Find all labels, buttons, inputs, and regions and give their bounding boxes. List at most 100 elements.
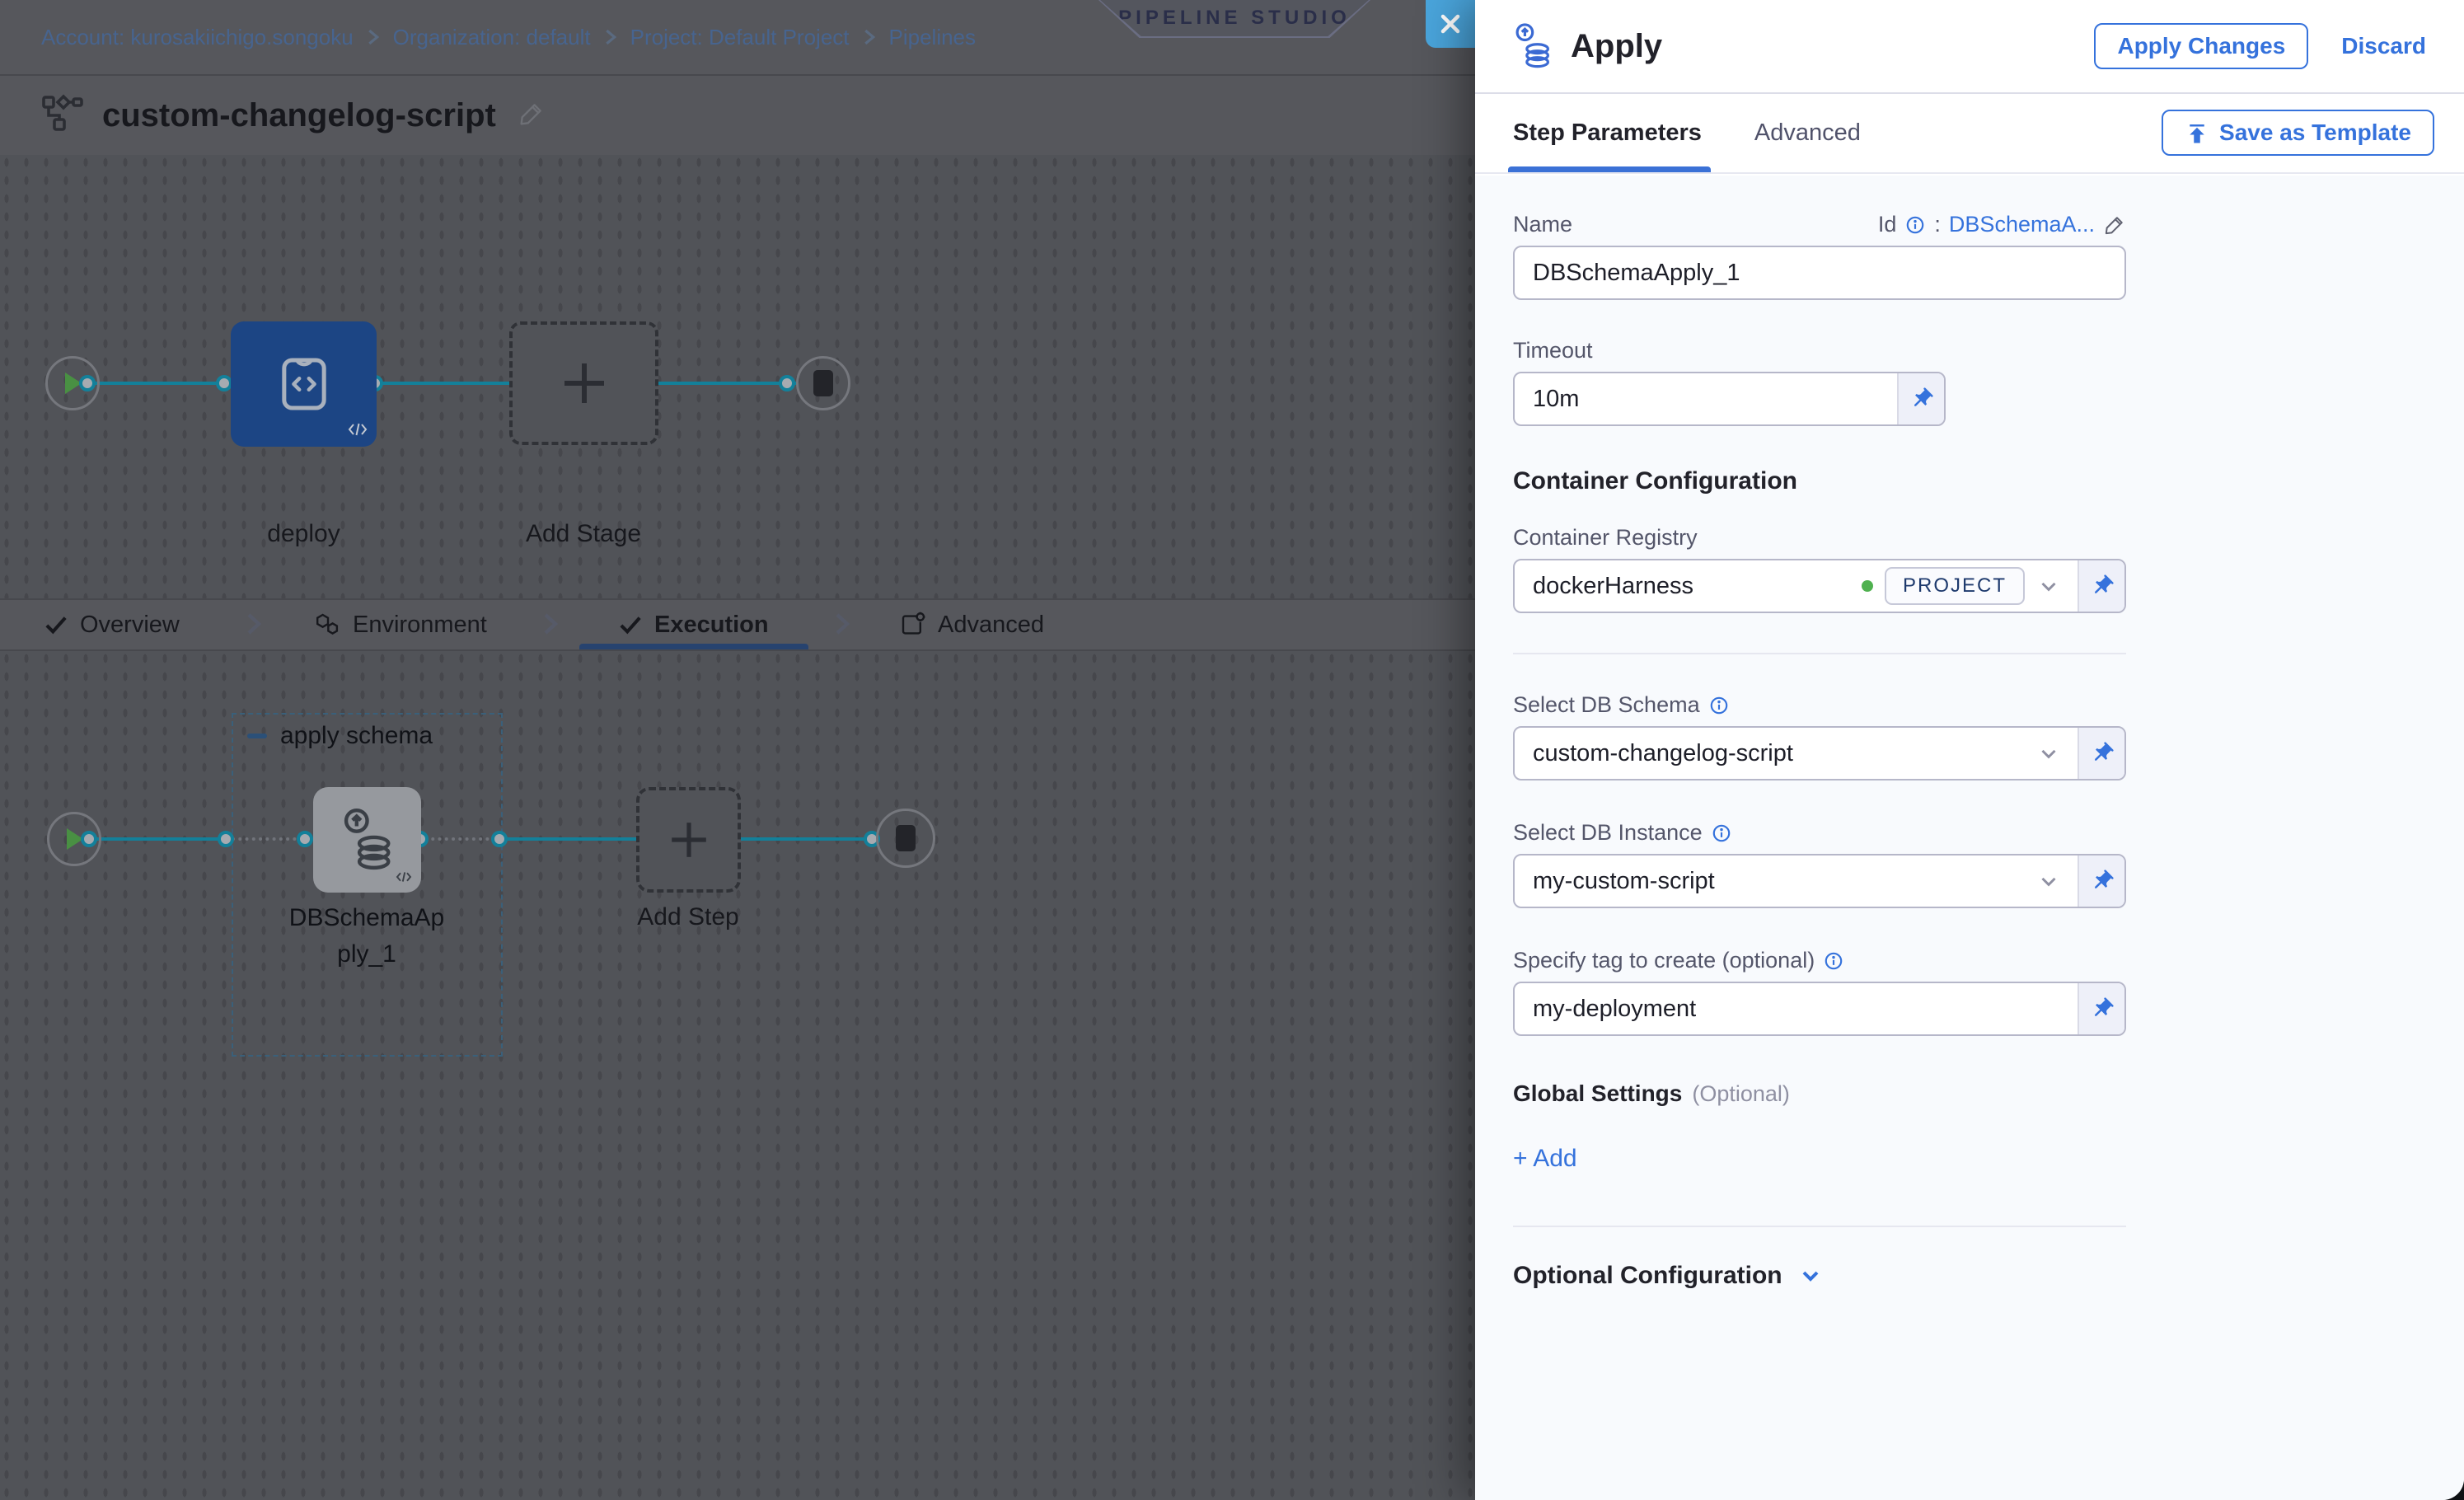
check-icon	[44, 614, 68, 635]
connector-dot	[491, 831, 508, 847]
add-stage-label: Add Stage	[489, 520, 678, 548]
chevron-down-icon[interactable]	[2036, 741, 2061, 766]
optional-configuration-toggle[interactable]: Optional Configuration	[1513, 1262, 2464, 1290]
check-icon	[618, 614, 643, 635]
step-label: DBSchemaApply_1	[284, 900, 449, 973]
timeout-input[interactable]: 10m	[1515, 373, 1897, 424]
registry-chevron-down-icon[interactable]	[2036, 574, 2061, 598]
step-parameters-form: Name Id : DBSchemaA... DBSchemaApply_1 T…	[1475, 176, 2464, 1500]
add-step-button[interactable]	[636, 787, 741, 893]
connector-dot	[218, 831, 234, 847]
db-apply-icon	[340, 807, 395, 873]
info-icon[interactable]	[1711, 823, 1732, 844]
pin-icon	[2090, 741, 2115, 766]
breadcrumb-pipelines[interactable]: Pipelines	[889, 25, 977, 50]
breadcrumb-account[interactable]: Account: kurosakiichigo.songoku	[41, 25, 354, 50]
db-instance-label-row: Select DB Instance	[1513, 820, 2464, 846]
global-settings-optional: (Optional)	[1692, 1081, 1790, 1107]
timeout-field: 10m	[1513, 372, 1946, 426]
id-value[interactable]: DBSchemaA...	[1949, 212, 2095, 237]
code-badge-icon	[395, 870, 413, 888]
info-icon[interactable]	[1823, 950, 1844, 972]
tab-overview[interactable]: Overview	[44, 600, 180, 649]
tab-environment[interactable]: Environment	[315, 600, 487, 649]
add-global-setting-button[interactable]: + Add	[1513, 1145, 1577, 1173]
tag-field: my-deployment	[1513, 982, 2126, 1036]
connector-line	[89, 382, 798, 385]
name-input[interactable]: DBSchemaApply_1	[1513, 246, 2126, 300]
edit-id-icon[interactable]	[2103, 213, 2126, 237]
tag-pin-button[interactable]	[2078, 983, 2124, 1034]
db-schema-pin-button[interactable]	[2078, 728, 2124, 779]
stop-icon	[896, 825, 916, 851]
section-divider	[1513, 1226, 2126, 1227]
tab-advanced[interactable]: Advanced	[900, 600, 1044, 649]
container-configuration-heading: Container Configuration	[1513, 467, 2464, 495]
timeout-label: Timeout	[1513, 338, 2464, 363]
save-as-template-button[interactable]: Save as Template	[2162, 110, 2434, 156]
pipeline-studio-region: Account: kurosakiichigo.songoku Organiza…	[0, 0, 1475, 1500]
stage-node-deploy[interactable]	[231, 321, 377, 447]
db-instance-pin-button[interactable]	[2078, 855, 2124, 907]
pipeline-title: custom-changelog-script	[102, 97, 496, 134]
add-stage-button[interactable]	[509, 321, 658, 445]
execution-end-node	[876, 809, 935, 868]
collapse-group-icon[interactable]	[247, 734, 267, 738]
apply-changes-button[interactable]: Apply Changes	[2094, 23, 2308, 69]
custom-stage-icon	[280, 355, 328, 413]
id-label: Id	[1878, 212, 1897, 237]
id-separator: :	[1934, 212, 1941, 237]
advanced-icon	[900, 612, 926, 638]
stage-nav-tabs: Overview Environment Execution	[0, 598, 1475, 651]
tag-label: Specify tag to create (optional)	[1513, 948, 1815, 973]
code-badge-icon	[347, 421, 368, 442]
scope-badge: PROJECT	[1885, 567, 2025, 605]
breadcrumb-chevron-icon	[863, 28, 876, 46]
tag-label-row: Specify tag to create (optional)	[1513, 948, 2464, 973]
global-settings-row: Global Settings (Optional)	[1513, 1080, 2464, 1107]
tag-input[interactable]: my-deployment	[1515, 983, 2078, 1034]
pipeline-titlebar: custom-changelog-script VISUAL YAML	[0, 76, 1475, 155]
drawer-tabs: Step Parameters Advanced Save as Templat…	[1475, 94, 2464, 174]
db-schema-label-row: Select DB Schema	[1513, 692, 2464, 718]
tab-step-parameters[interactable]: Step Parameters	[1513, 120, 1702, 147]
timeout-pin-button[interactable]	[1897, 373, 1944, 424]
close-drawer-button[interactable]	[1426, 0, 1475, 48]
connector-dot	[216, 375, 232, 391]
chevron-down-icon[interactable]	[2036, 869, 2061, 893]
tab-execution[interactable]: Execution	[618, 600, 769, 649]
breadcrumb-organization[interactable]: Organization: default	[393, 25, 591, 50]
step-group-header[interactable]: apply schema	[247, 722, 433, 750]
add-step-label: Add Step	[618, 903, 758, 931]
breadcrumb-project[interactable]: Project: Default Project	[630, 25, 850, 50]
step-node-dbschemaapply[interactable]	[313, 787, 421, 893]
container-registry-value[interactable]: dockerHarness	[1533, 573, 1862, 600]
db-instance-dropdown[interactable]: my-custom-script	[1515, 855, 2078, 907]
db-apply-icon	[1513, 22, 1553, 70]
stage-label: deploy	[231, 520, 377, 548]
info-icon[interactable]	[1904, 214, 1926, 236]
connector-dot	[79, 375, 96, 391]
discard-button[interactable]: Discard	[2341, 33, 2426, 59]
drawer-header: Apply Apply Changes Discard	[1475, 0, 2464, 94]
step-config-drawer: Apply Apply Changes Discard Step Paramet…	[1475, 0, 2464, 1500]
section-divider	[1513, 653, 2126, 654]
info-icon[interactable]	[1708, 695, 1730, 716]
edit-pipeline-icon[interactable]	[518, 100, 546, 132]
connector-dot	[297, 831, 313, 847]
connected-status-dot	[1862, 580, 1873, 592]
chevron-down-icon	[1797, 1263, 1824, 1289]
app-root: Account: kurosakiichigo.songoku Organiza…	[0, 0, 2464, 1500]
db-instance-label: Select DB Instance	[1513, 820, 1703, 846]
db-schema-dropdown[interactable]: custom-changelog-script	[1515, 728, 2078, 779]
breadcrumb-chevron-icon	[604, 28, 617, 46]
connector-dot	[779, 375, 795, 391]
stop-icon	[813, 370, 833, 396]
tab-chevron-icon	[834, 612, 850, 640]
registry-pin-button[interactable]	[2078, 560, 2124, 612]
name-label: Name	[1513, 212, 1572, 237]
tab-step-advanced[interactable]: Advanced	[1754, 120, 1861, 147]
close-icon	[1438, 12, 1463, 36]
pin-icon	[2090, 574, 2115, 598]
plus-icon	[668, 818, 710, 861]
